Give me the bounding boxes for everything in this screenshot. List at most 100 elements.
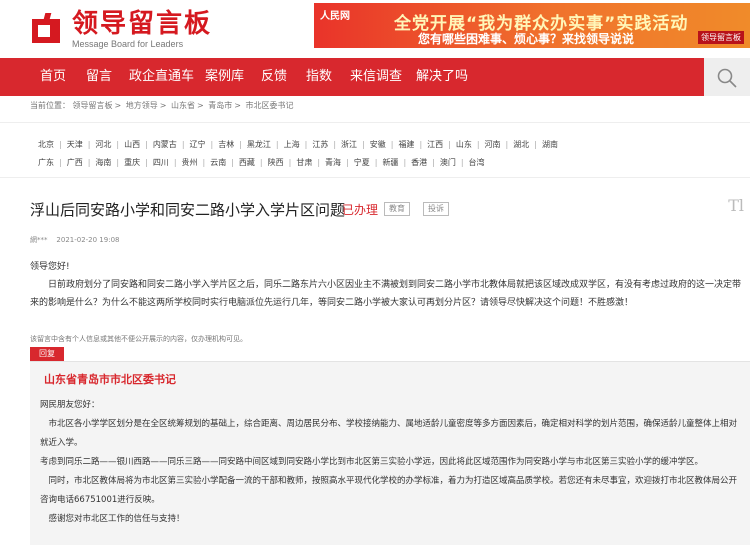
reply-paragraph: 考虑到同乐二路——银川西路——同乐三路——同安路中间区域到同安路小学比到市北区第… (40, 457, 704, 467)
region-separator: | (59, 158, 62, 167)
region-separator: | (304, 140, 308, 149)
region-selector: 北京 | 天津 | 河北 | 山西 | 内蒙古 | 辽宁 | 吉林 | 黑龙江 | 上海 | 江苏 | 浙江 | 安徽 | 福建… (0, 122, 750, 178)
region-link[interactable]: 贵州 (182, 158, 198, 167)
region-separator: | (374, 158, 378, 167)
region-separator: | (275, 140, 279, 149)
region-separator: | (259, 158, 263, 167)
breadcrumb-item[interactable]: 地方领导 (126, 101, 158, 110)
nav-survey[interactable]: 来信调查 (350, 58, 402, 96)
region-link[interactable]: 澳门 (440, 158, 456, 167)
region-separator: | (59, 140, 62, 149)
region-link[interactable]: 福建 (398, 140, 414, 149)
region-link[interactable]: 西藏 (239, 158, 255, 167)
region-link[interactable]: 香港 (411, 158, 427, 167)
reply-paragraph: 同时，市北区教体局将为市北区第三实验小学配备一流的干部和教师，按照高水平现代化学… (40, 476, 738, 505)
region-link[interactable]: 江苏 (312, 140, 328, 149)
logo-subtitle: Message Board for Leaders (72, 39, 184, 49)
reply-panel: 山东省青岛市市北区委书记 网民朋友您好： 市北区各小学学区划分是在全区统筹规划的… (30, 361, 750, 545)
logo-mark-icon (30, 13, 64, 47)
region-separator: | (448, 140, 451, 149)
main-nav: 首页 留言 政企直通车 案例库 反馈 指数 来信调查 解决了吗 (0, 58, 750, 96)
region-separator: | (239, 140, 242, 149)
region-link[interactable]: 海南 (95, 158, 111, 167)
region-link[interactable]: 吉林 (218, 140, 234, 149)
region-link[interactable]: 宁夏 (354, 158, 370, 167)
breadcrumb-item[interactable]: 青岛市 (208, 101, 232, 110)
region-separator: | (173, 158, 177, 167)
breadcrumb-item[interactable]: 市北区委书记 (246, 101, 294, 110)
banner-subline: 您有哪些困难事、烦心事？来找领导说说 (418, 32, 635, 46)
message-title: 浮山后同安路小学和同安二路小学入学片区问题 (30, 201, 346, 219)
region-link[interactable]: 湖南 (542, 140, 558, 149)
region-link[interactable]: 广西 (67, 158, 83, 167)
reply-paragraph: 网民朋友您好： (40, 400, 100, 410)
breadcrumb-item[interactable]: 领导留言板 (73, 101, 113, 110)
breadcrumb-prefix: 当前位置： (30, 101, 70, 110)
region-link[interactable]: 广东 (38, 158, 54, 167)
region-link[interactable]: 内蒙古 (153, 140, 177, 149)
region-link[interactable]: 北京 (38, 140, 54, 149)
region-link[interactable]: 山东 (456, 140, 472, 149)
region-link[interactable]: 上海 (284, 140, 300, 149)
nav-solved[interactable]: 解决了吗 (416, 58, 468, 96)
nav-enterprise[interactable]: 政企直通车 (129, 58, 194, 96)
region-separator: | (403, 158, 407, 167)
status-badge: 已办理 (342, 203, 379, 217)
region-row: 广东 | 广西 | 海南 | 重庆 | 四川 | 贵州 | 云南 | 西藏 | 陕西 | 甘肃 | 青海 | 宁夏 | 新疆 | 香… (38, 157, 485, 168)
region-link[interactable]: 辽宁 (190, 140, 206, 149)
region-link[interactable]: 河北 (95, 140, 111, 149)
region-link[interactable]: 云南 (210, 158, 226, 167)
nav-cases[interactable]: 案例库 (205, 58, 244, 96)
banner-tag: 领导留言板 (698, 31, 744, 44)
region-link[interactable]: 天津 (67, 140, 83, 149)
region-separator: | (145, 158, 148, 167)
reply-label: 回复 (30, 347, 64, 361)
nav-index[interactable]: 指数 (306, 58, 332, 96)
region-separator: | (202, 158, 206, 167)
region-separator: | (145, 140, 148, 149)
logo-title: 领导留言板 (72, 9, 213, 39)
region-separator: | (534, 140, 537, 149)
region-link[interactable]: 安徽 (370, 140, 386, 149)
privacy-notice: 该留言中含有个人信息或其他不便公开展示的内容，仅办理机构可见。 (30, 335, 247, 343)
region-link[interactable]: 江西 (427, 140, 443, 149)
region-separator: | (476, 140, 480, 149)
region-link[interactable]: 黑龙江 (247, 140, 271, 149)
nav-home[interactable]: 首页 (40, 58, 66, 96)
region-link[interactable]: 重庆 (124, 158, 140, 167)
region-separator: | (419, 140, 423, 149)
reply-paragraph: 感谢您对市北区工作的信任与支持！ (48, 514, 185, 524)
region-link[interactable]: 四川 (153, 158, 169, 167)
region-separator: | (116, 158, 120, 167)
corner-mark: Tl (728, 196, 744, 215)
region-separator: | (505, 140, 509, 149)
nav-message[interactable]: 留言 (86, 58, 112, 96)
message-greeting: 领导您好! (30, 262, 70, 272)
region-link[interactable]: 青海 (325, 158, 341, 167)
region-link[interactable]: 陕西 (268, 158, 284, 167)
region-link[interactable]: 台湾 (469, 158, 485, 167)
region-separator: | (390, 140, 394, 149)
campaign-banner[interactable]: 人民网 全党开展“我为群众办实事”实践活动 您有哪些困难事、烦心事？来找领导说说… (314, 3, 750, 48)
banner-source: 人民网 (320, 11, 350, 22)
reply-content: 网民朋友您好： 市北区各小学学区划分是在全区统筹规划的基础上，综合距离、周边居民… (40, 396, 740, 529)
tag-complaint[interactable]: 投诉 (423, 202, 449, 216)
nav-feedback[interactable]: 反馈 (261, 58, 287, 96)
region-link[interactable]: 河南 (485, 140, 501, 149)
region-link[interactable]: 甘肃 (296, 158, 312, 167)
search-button[interactable] (704, 58, 750, 96)
region-link[interactable]: 湖北 (513, 140, 529, 149)
breadcrumb-item[interactable]: 山东省 (171, 101, 195, 110)
region-separator: | (210, 140, 214, 149)
region-link[interactable]: 新疆 (382, 158, 398, 167)
search-icon (717, 68, 737, 88)
region-row: 北京 | 天津 | 河北 | 山西 | 内蒙古 | 辽宁 | 吉林 | 黑龙江 | 上海 | 江苏 | 浙江 | 安徽 | 福建… (38, 139, 558, 150)
post-date: 2021-02-20 19:08 (56, 236, 120, 244)
region-link[interactable]: 浙江 (341, 140, 357, 149)
region-separator: | (116, 140, 120, 149)
tag-education[interactable]: 教育 (384, 202, 410, 216)
region-link[interactable]: 山西 (124, 140, 140, 149)
message-meta: 網*** 2021-02-20 19:08 (30, 235, 120, 245)
region-separator: | (288, 158, 292, 167)
site-logo[interactable]: 领导留言板 Message Board for Leaders (30, 10, 212, 50)
